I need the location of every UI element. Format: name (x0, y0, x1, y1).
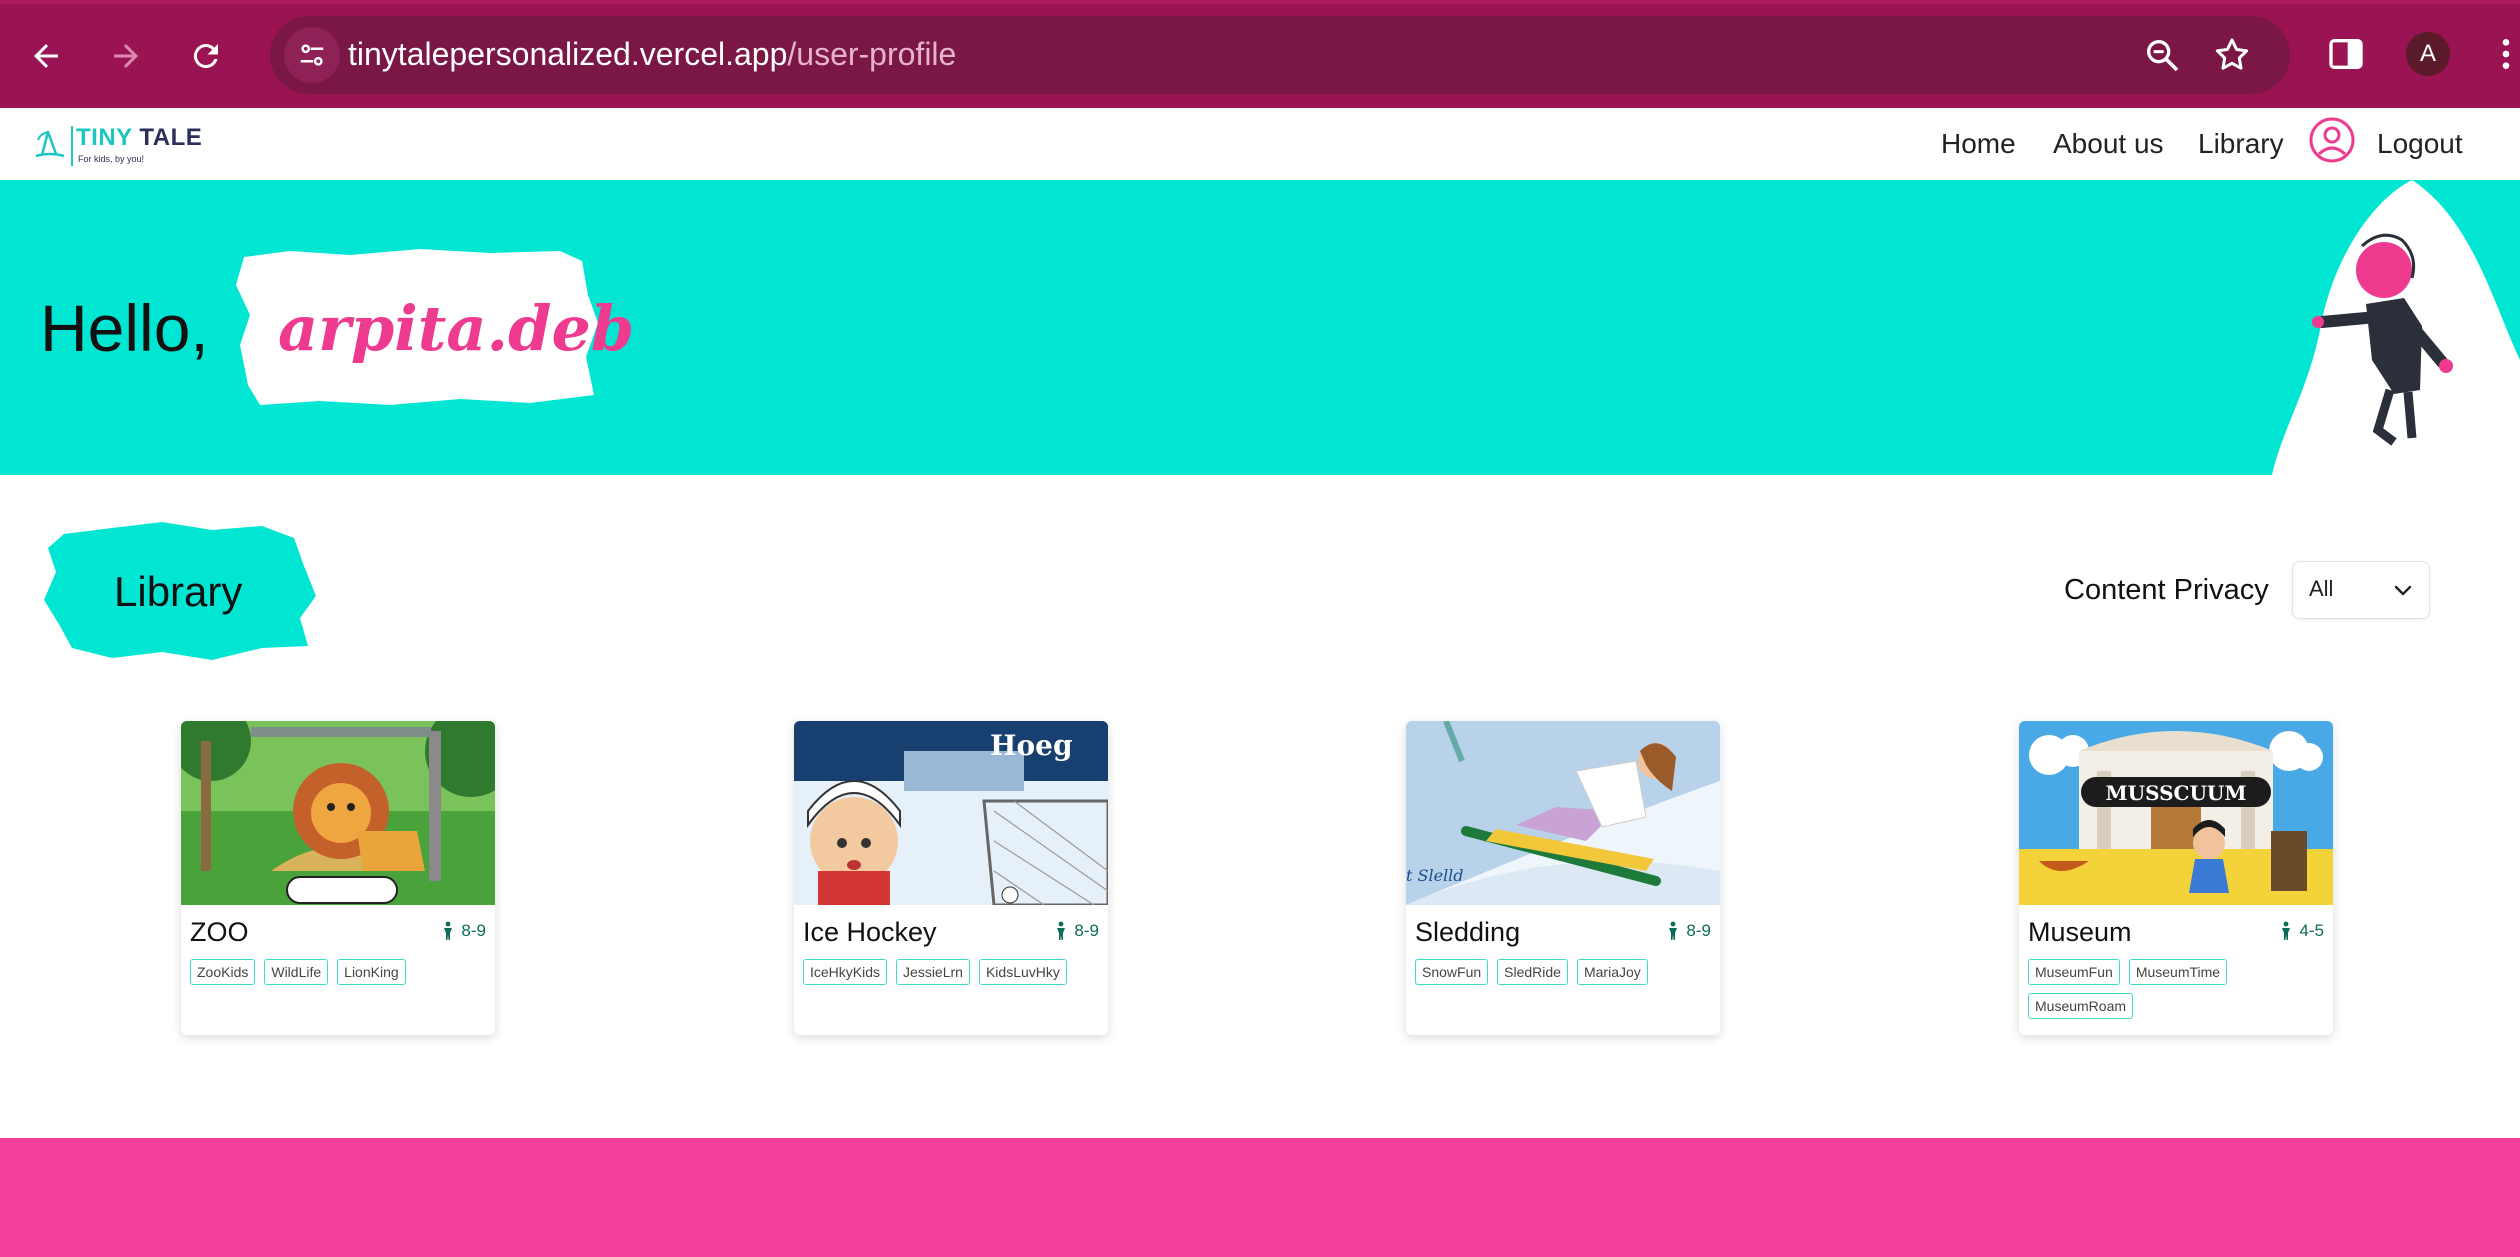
browser-toolbar: tinytalepersonalized.vercel.app/user-pro… (0, 0, 2520, 108)
card-tags: IceHkyKids JessieLrn KidsLuvHky (803, 959, 1103, 985)
story-card-ice-hockey[interactable]: Hoeg Ice Hockey 8-9 IceHkyKids JessieLrn… (794, 721, 1108, 1035)
card-tag[interactable]: IceHkyKids (803, 959, 888, 985)
user-circle-icon[interactable] (2308, 116, 2356, 164)
tune-icon (300, 44, 324, 66)
forward-button[interactable] (98, 28, 154, 84)
nav-library[interactable]: Library (2198, 128, 2284, 160)
arrow-left-icon (34, 44, 58, 68)
lion-zoo-image (181, 721, 495, 905)
card-title: Ice Hockey (803, 917, 937, 947)
child-age-icon (2282, 921, 2291, 940)
card-tag[interactable]: SledRide (1497, 959, 1568, 985)
card-tag[interactable]: MuseumFun (2028, 959, 2120, 985)
card-age-range: 8-9 (441, 921, 486, 941)
child-age-icon (1057, 921, 1066, 940)
logo-title-tiny: TINY (76, 124, 133, 151)
content-privacy-value: All (2309, 576, 2334, 601)
ice-hockey-image: Hoeg (794, 721, 1108, 905)
child-age-icon (444, 921, 453, 940)
site-header: TINY TALE For kids, by you! Home About u… (0, 108, 2520, 180)
story-card-zoo[interactable]: ZOO 8-9 ZooKids WildLife LionKing (181, 721, 495, 1035)
character-illustration (2272, 180, 2520, 475)
side-panel-icon[interactable] (2326, 34, 2366, 74)
card-tag[interactable]: SnowFun (1415, 959, 1489, 985)
hero-banner: Hello, arpita.deb (0, 180, 2520, 475)
card-tag[interactable]: MuseumRoam (2028, 993, 2134, 1019)
card-tags: MuseumFun MuseumTime MuseumRoam (2028, 959, 2328, 1019)
card-age-text: 4-5 (2299, 921, 2324, 940)
card-age-text: 8-9 (1686, 921, 1711, 940)
card-tag[interactable]: WildLife (264, 959, 329, 985)
nav-logout[interactable]: Logout (2377, 128, 2463, 160)
card-tag[interactable]: LionKing (337, 959, 406, 985)
nav-about-us[interactable]: About us (2053, 128, 2164, 160)
card-tag[interactable]: KidsLuvHky (978, 959, 1067, 985)
content-privacy-select[interactable]: All (2292, 561, 2430, 619)
site-logo[interactable]: TINY TALE For kids, by you! (30, 120, 230, 170)
reload-button[interactable] (178, 28, 234, 84)
card-tags: SnowFun SledRide MariaJoy (1415, 959, 1715, 985)
url-host: tinytalepersonalized.vercel.app (348, 36, 788, 72)
card-age-range: 4-5 (2279, 921, 2324, 941)
chevron-down-icon (2394, 585, 2412, 596)
reload-icon (193, 44, 218, 69)
url-text: tinytalepersonalized.vercel.app/user-pro… (348, 36, 956, 73)
card-age-text: 8-9 (1074, 921, 1099, 940)
museum-image: MUSSCUUM (2019, 721, 2333, 905)
back-button[interactable] (18, 28, 74, 84)
museum-image-text: MUSSCUUM (2106, 781, 2247, 805)
sledding-image-text: t Slelld (1406, 866, 1464, 885)
witch-hat-logo-icon (35, 130, 65, 158)
content-privacy-label: Content Privacy (2064, 574, 2269, 606)
logo-divider (71, 126, 73, 166)
child-age-icon (1669, 921, 1678, 940)
sledding-image: t Slelld (1406, 721, 1720, 905)
address-bar[interactable]: tinytalepersonalized.vercel.app/user-pro… (270, 16, 2290, 94)
logo-title: TINY TALE (76, 124, 202, 152)
card-age-range: 8-9 (1666, 921, 1711, 941)
more-menu-icon[interactable] (2486, 34, 2520, 74)
card-age-range: 8-9 (1054, 921, 1099, 941)
bookmark-star-icon[interactable] (2212, 35, 2252, 75)
url-path: /user-profile (787, 36, 957, 72)
card-tag[interactable]: ZooKids (190, 959, 256, 985)
ice-hockey-image-text: Hoeg (990, 729, 1073, 762)
card-tag[interactable]: MuseumTime (2128, 959, 2228, 985)
card-tag[interactable]: JessieLrn (896, 959, 970, 985)
username-text: arpita.deb (278, 292, 635, 365)
site-footer (0, 1138, 2520, 1257)
library-title: Library (114, 568, 243, 615)
story-card-museum[interactable]: MUSSCUUM Museum 4-5 MuseumFun MuseumTime… (2019, 721, 2333, 1035)
logo-title-tale: TALE (139, 124, 203, 151)
arrow-right-icon (114, 44, 138, 68)
tab-strip-edge (0, 0, 2520, 4)
card-tag[interactable]: MariaJoy (1576, 959, 1648, 985)
site-info-button[interactable] (284, 27, 340, 83)
card-tags: ZooKids WildLife LionKing (190, 959, 490, 985)
card-age-text: 8-9 (461, 921, 486, 940)
nav-home[interactable]: Home (1941, 128, 2016, 160)
logo-tagline: For kids, by you! (78, 154, 145, 164)
card-title: Sledding (1415, 917, 1521, 947)
story-card-sledding[interactable]: t Slelld Sledding 8-9 SnowFun SledRide M… (1406, 721, 1720, 1035)
zoom-icon[interactable] (2142, 35, 2182, 75)
card-title: Museum (2028, 917, 2132, 947)
card-title: ZOO (190, 917, 249, 947)
profile-avatar[interactable]: A (2406, 32, 2450, 76)
greeting-text: Hello, (40, 291, 209, 365)
